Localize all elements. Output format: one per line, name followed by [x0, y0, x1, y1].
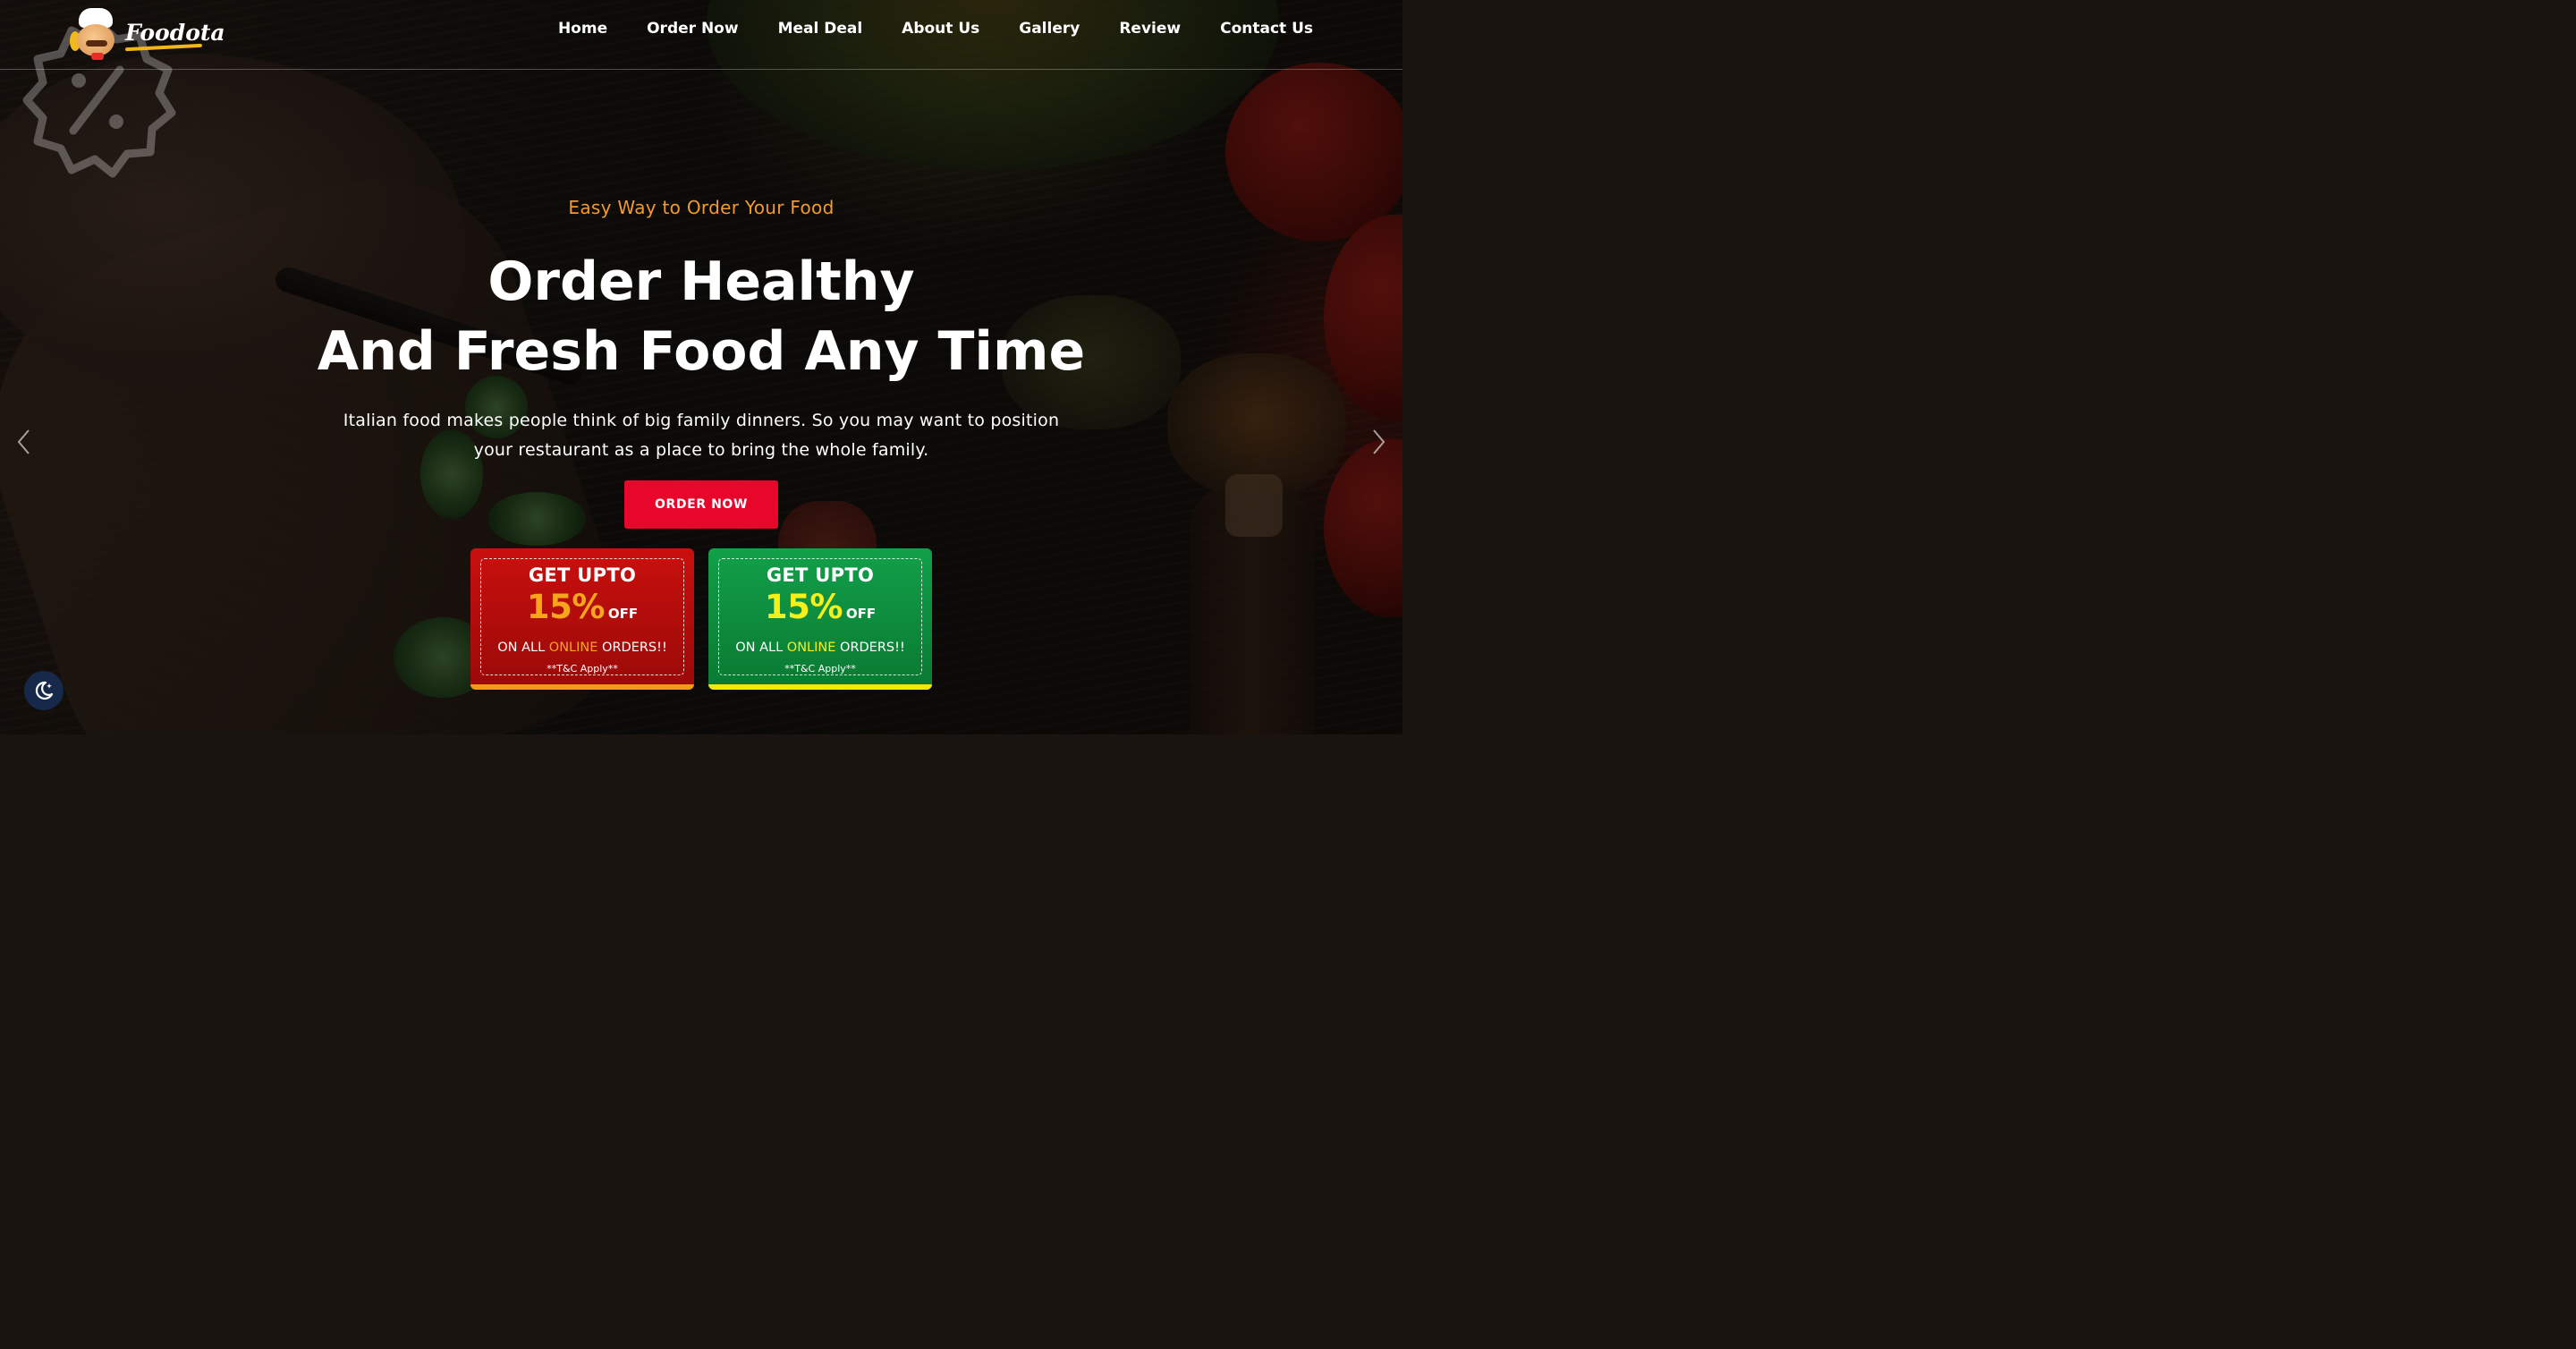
offer-desc-post: ORDERS!!: [597, 641, 667, 655]
offer-card-green[interactable]: GET UPTO 15% OFF ON ALL ONLINE ORDERS!! *…: [708, 548, 932, 690]
offer-terms: **T&C Apply**: [784, 663, 856, 674]
offer-card-red[interactable]: GET UPTO 15% OFF ON ALL ONLINE ORDERS!! *…: [470, 548, 694, 690]
offer-desc-pre: ON ALL: [497, 641, 549, 655]
hero-section: Easy Way to Order Your Food Order Health…: [0, 0, 1402, 734]
hero-title-line-2: And Fresh Food Any Time: [317, 320, 1086, 383]
hero-tagline: Easy Way to Order Your Food: [568, 197, 835, 218]
offer-heading: GET UPTO: [766, 564, 875, 586]
dark-mode-toggle[interactable]: [24, 671, 64, 710]
offer-percent: 15%: [764, 588, 843, 626]
offer-desc-post: ORDERS!!: [835, 641, 905, 655]
offer-terms: **T&C Apply**: [547, 663, 618, 674]
offer-percent: 15%: [526, 588, 606, 626]
chevron-right-icon[interactable]: [1368, 428, 1388, 456]
offer-description: ON ALL ONLINE ORDERS!!: [481, 641, 683, 655]
offer-off-label: OFF: [607, 606, 639, 622]
offer-desc-highlight: ONLINE: [548, 641, 598, 655]
chevron-left-icon[interactable]: [14, 428, 34, 456]
hero-title-line-1: Order Healthy: [487, 250, 915, 313]
offer-discount: 15% OFF: [719, 588, 921, 626]
moon-icon: [35, 681, 54, 700]
offer-description: ON ALL ONLINE ORDERS!!: [719, 641, 921, 655]
offer-off-label: OFF: [845, 606, 877, 622]
offer-desc-pre: ON ALL: [735, 641, 787, 655]
offer-discount: 15% OFF: [481, 588, 683, 626]
offer-heading: GET UPTO: [528, 564, 637, 586]
order-now-button[interactable]: ORDER NOW: [624, 480, 778, 529]
hero-title: Order Healthy And Fresh Food Any Time: [0, 247, 1402, 386]
offer-desc-highlight: ONLINE: [786, 641, 836, 655]
hero-description: Italian food makes people think of big f…: [343, 411, 1060, 460]
